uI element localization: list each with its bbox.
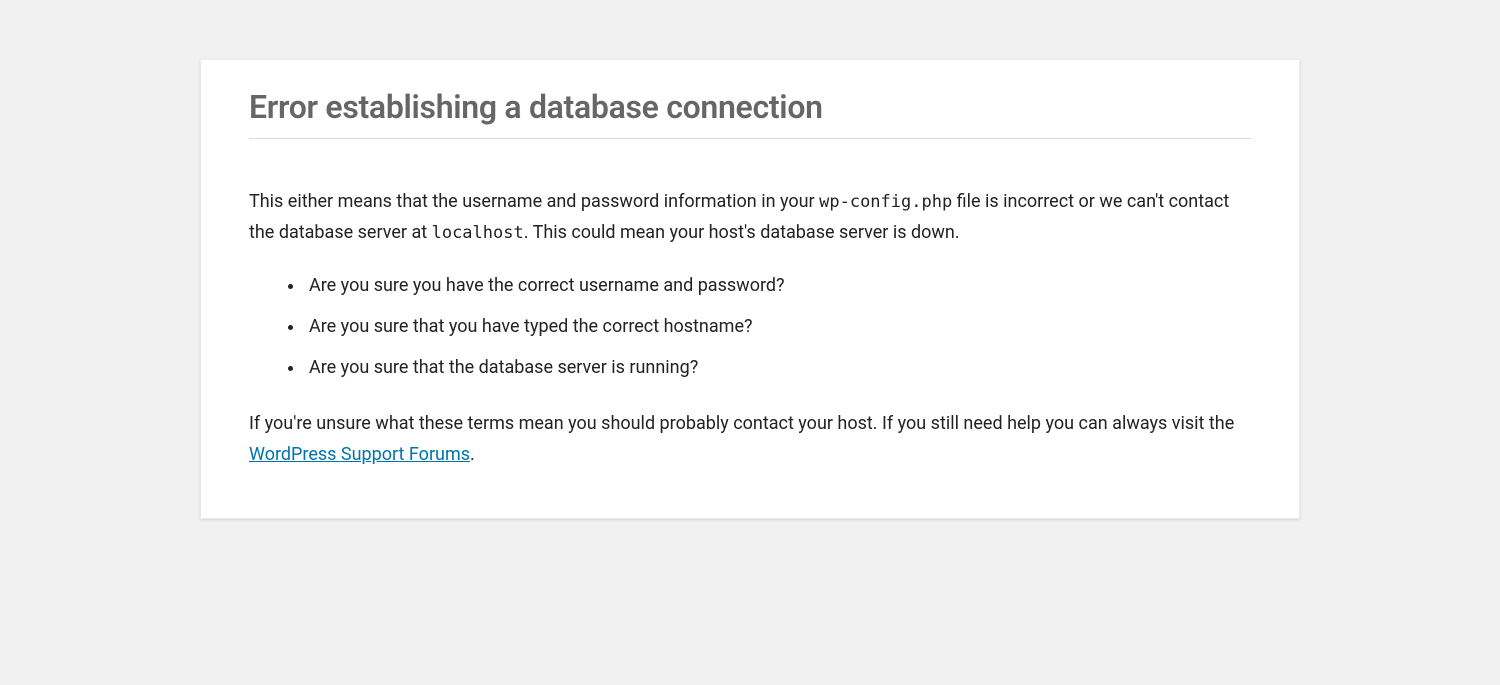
- troubleshoot-list: Are you sure you have the correct userna…: [249, 272, 1251, 381]
- error-intro: This either means that the username and …: [249, 187, 1251, 248]
- intro-text-1: This either means that the username and …: [249, 191, 819, 212]
- error-outro: If you're unsure what these terms mean y…: [249, 409, 1251, 470]
- list-item: Are you sure you have the correct userna…: [305, 272, 1251, 299]
- wp-config-code: wp-config.php: [819, 192, 952, 212]
- list-item: Are you sure that the database server is…: [305, 354, 1251, 381]
- error-card: Error establishing a database connection…: [200, 60, 1300, 519]
- intro-text-3: . This could mean your host's database s…: [524, 222, 960, 243]
- error-heading: Error establishing a database connection: [249, 88, 1251, 139]
- outro-text-2: .: [470, 444, 475, 465]
- db-host-code: localhost: [432, 223, 524, 243]
- support-forums-link[interactable]: WordPress Support Forums: [249, 444, 470, 465]
- list-item: Are you sure that you have typed the cor…: [305, 313, 1251, 340]
- outro-text-1: If you're unsure what these terms mean y…: [249, 413, 1234, 434]
